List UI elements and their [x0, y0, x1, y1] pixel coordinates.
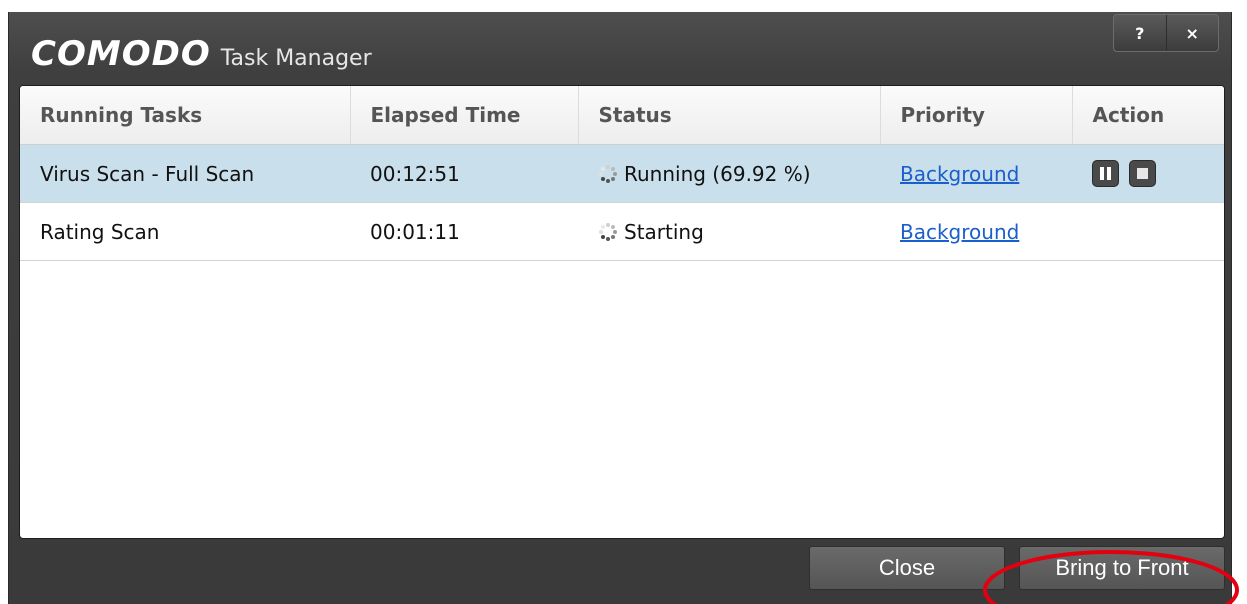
- action-cell: [1072, 144, 1224, 203]
- pause-button[interactable]: [1092, 160, 1119, 187]
- status-cell: Starting: [578, 202, 880, 261]
- task-name: Rating Scan: [20, 202, 350, 261]
- elapsed-time: 00:12:51: [350, 144, 578, 203]
- spinner-icon: [599, 222, 617, 241]
- tasks-table: Running Tasks Elapsed Time Status Priori…: [20, 86, 1224, 261]
- pause-icon: [1100, 167, 1104, 180]
- column-header-action[interactable]: Action: [1072, 86, 1224, 145]
- elapsed-time: 00:01:11: [350, 202, 578, 261]
- column-header-priority[interactable]: Priority: [880, 86, 1073, 145]
- task-manager-window: COMODO Task Manager ? × Running Tasks El…: [8, 12, 1232, 604]
- close-button[interactable]: Close: [809, 546, 1005, 590]
- help-button[interactable]: ?: [1114, 15, 1166, 51]
- status-text: Starting: [624, 219, 704, 244]
- task-name: Virus Scan - Full Scan: [20, 144, 350, 203]
- window-title: Task Manager: [220, 46, 372, 71]
- column-header-elapsed-time[interactable]: Elapsed Time: [350, 86, 579, 145]
- table-row[interactable]: Virus Scan - Full Scan 00:12:51 Running …: [20, 144, 1224, 203]
- status-text: Running (69.92 %): [624, 161, 811, 186]
- table-row[interactable]: Rating Scan 00:01:11 Starting Background: [20, 202, 1224, 261]
- priority-link[interactable]: Background: [900, 162, 1019, 186]
- pause-icon-bar: [1107, 167, 1111, 180]
- title-bar: COMODO Task Manager: [31, 34, 372, 74]
- priority-cell: Background: [880, 202, 1072, 261]
- action-cell: [1072, 202, 1224, 261]
- tasks-panel: Running Tasks Elapsed Time Status Priori…: [19, 85, 1225, 539]
- priority-cell: Background: [880, 144, 1072, 203]
- comodo-logo: COMODO: [31, 34, 211, 74]
- priority-link[interactable]: Background: [900, 220, 1019, 244]
- spinner-icon: [599, 164, 617, 183]
- close-window-button[interactable]: ×: [1165, 15, 1219, 51]
- column-header-status[interactable]: Status: [578, 86, 881, 145]
- stop-button[interactable]: [1129, 160, 1157, 187]
- column-header-running-tasks[interactable]: Running Tasks: [20, 86, 351, 145]
- bring-to-front-button[interactable]: Bring to Front: [1019, 546, 1225, 590]
- stop-icon: [1137, 168, 1149, 179]
- status-cell: Running (69.92 %): [578, 144, 880, 203]
- window-controls: ? ×: [1113, 14, 1219, 52]
- table-header-row: Running Tasks Elapsed Time Status Priori…: [20, 86, 1224, 145]
